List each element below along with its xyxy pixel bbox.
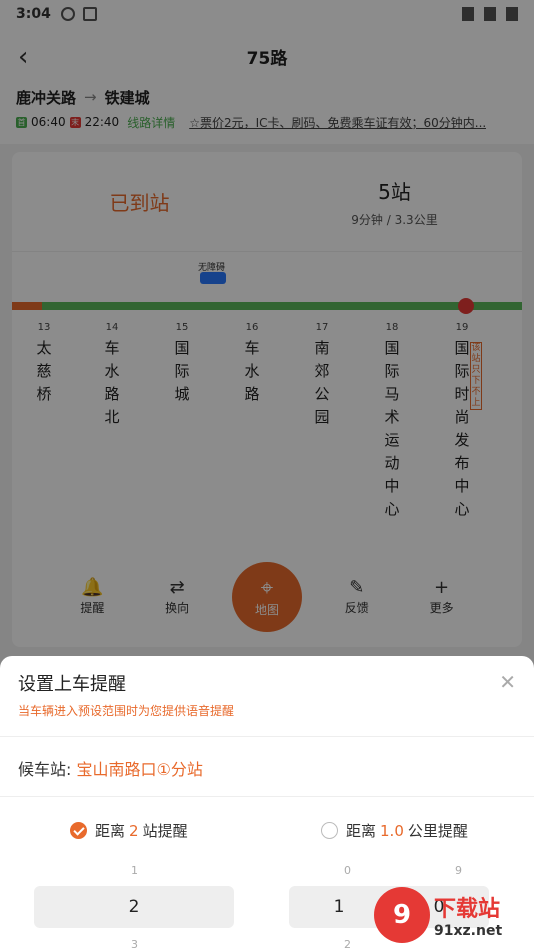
waiting-station: 候车站: 宝山南路口①分站	[18, 756, 203, 780]
sheet-subtitle: 当车辆进入预设范围时为您提供语音提醒	[18, 704, 235, 718]
stops-picker-value: 2	[128, 897, 140, 917]
km-picker-int: 1	[333, 897, 345, 917]
watermark: 9 下载站 91xz.net	[374, 880, 534, 950]
distance-option-suffix: 公里提醒	[407, 822, 468, 840]
watermark-title: 下载站	[434, 897, 501, 922]
stops-picker[interactable]: 2	[34, 886, 234, 928]
distance-radio[interactable]	[321, 822, 338, 839]
waiting-station-value[interactable]: 宝山南路口①分站	[77, 760, 203, 779]
boarding-reminder-sheet: 设置上车提醒 ✕ 当车辆进入预设范围时为您提供语音提醒 候车站: 宝山南路口①分…	[0, 656, 534, 950]
stops-picker-below: 3	[131, 938, 138, 950]
stops-option[interactable]: 距离 2 站提醒	[70, 820, 188, 841]
distance-option-prefix: 距离	[346, 822, 377, 840]
stops-option-suffix: 站提醒	[142, 822, 188, 840]
stops-option-prefix: 距离	[95, 822, 126, 840]
close-icon[interactable]: ✕	[499, 670, 516, 694]
watermark-url: 91xz.net	[434, 923, 503, 939]
watermark-logo: 9	[374, 887, 430, 943]
stops-option-value: 2	[129, 821, 139, 840]
km-picker-above-dec: 9	[455, 864, 462, 877]
distance-option-value: 1.0	[380, 821, 404, 840]
km-picker-below: 2	[344, 938, 351, 950]
waiting-station-label: 候车站:	[18, 760, 72, 779]
stops-radio[interactable]	[70, 822, 87, 839]
distance-option[interactable]: 距离 1.0 公里提醒	[321, 820, 468, 841]
sheet-title: 设置上车提醒	[18, 674, 126, 695]
km-picker-above-int: 0	[344, 864, 351, 877]
stops-picker-above: 1	[131, 864, 138, 877]
